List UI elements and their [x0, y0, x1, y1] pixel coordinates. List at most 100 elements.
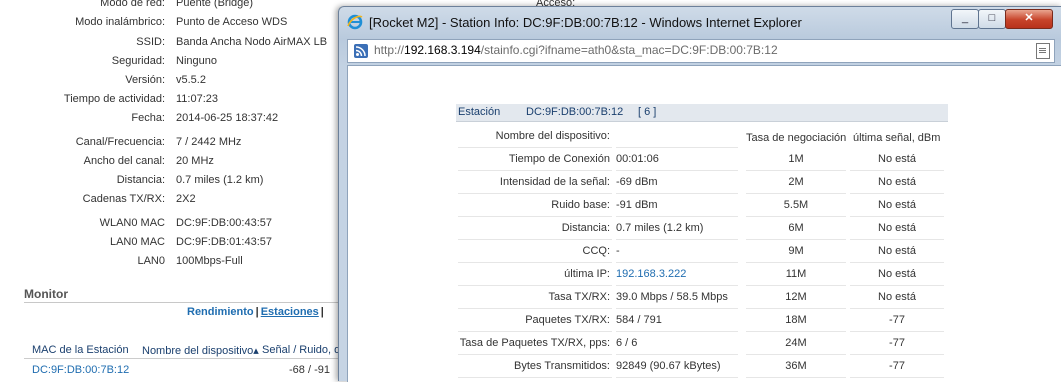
- station-row-value: 92849 (90.67 kBytes): [616, 356, 738, 378]
- column-mac[interactable]: MAC de la Estación: [32, 344, 129, 356]
- last-signal-text: No está: [878, 176, 916, 188]
- station-row-label: Bytes Transmitidos:: [458, 356, 612, 378]
- station-mac-link[interactable]: DC:9F:DB:00:7B:12: [32, 364, 129, 376]
- station-header-count: [ 6 ]: [638, 106, 657, 118]
- station-row-label-text: Ruido base:: [551, 199, 610, 211]
- station-row: Ruido base: -91 dBm 5.5M No está: [458, 195, 944, 217]
- station-row-value: [616, 126, 738, 148]
- station-row-label-text: Paquetes TX/RX:: [525, 314, 610, 326]
- negotiation-rate: 2M: [746, 172, 846, 194]
- negotiation-rate: 5.5M: [746, 195, 846, 217]
- negotiation-rate-text: 18M: [785, 314, 807, 326]
- last-signal: No está: [850, 149, 944, 171]
- column-device-name-label: Nombre del dispositivo: [142, 345, 254, 357]
- monitor-divider: [24, 302, 344, 303]
- station-header-mac: DC:9F:DB:00:7B:12: [526, 106, 624, 118]
- info-label: Ancho del canal:: [83, 155, 165, 167]
- station-row-label: Ruido base:: [458, 195, 612, 217]
- last-signal: -77: [850, 333, 944, 355]
- station-row-value-text: 0.7 miles (1.2 km): [616, 222, 704, 234]
- last-signal: -77: [850, 356, 944, 378]
- last-signal-text: No está: [878, 268, 916, 280]
- last-signal: [850, 126, 944, 147]
- info-value: 20 MHz: [176, 155, 214, 167]
- column-signal-noise[interactable]: Señal / Ruido, d: [262, 344, 340, 356]
- negotiation-rate-text: 6M: [788, 222, 804, 234]
- last-signal-text: No está: [878, 222, 916, 234]
- last-signal: No está: [850, 241, 944, 263]
- station-row-value: 00:01:06: [616, 149, 738, 171]
- negotiation-rate: 6M: [746, 218, 846, 240]
- station-row-label-text: Tasa de Paquetes TX/RX, pps:: [459, 337, 610, 349]
- station-row-value: 0.7 miles (1.2 km): [616, 218, 738, 240]
- negotiation-rate-text: 36M: [785, 360, 807, 372]
- info-label: Cadenas TX/RX:: [82, 193, 165, 205]
- info-label: Modo de red:: [100, 0, 165, 9]
- monitor-links: Rendimiento | Estaciones |: [187, 306, 326, 318]
- info-value: 2014-06-25 18:37:42: [176, 112, 279, 124]
- info-label: LAN0 MAC: [109, 236, 165, 248]
- station-row: Tasa de Paquetes TX/RX, pps: 6 / 6 24M -77: [458, 333, 944, 355]
- station-row-value-text: -: [616, 245, 620, 257]
- info-value: Ninguno: [176, 55, 217, 67]
- last-signal: No está: [850, 195, 944, 217]
- info-label: Canal/Frecuencia:: [75, 136, 165, 148]
- info-value: v5.5.2: [176, 74, 206, 86]
- station-row-value: 39.0 Mbps / 58.5 Mbps: [616, 287, 738, 309]
- station-row: Tasa TX/RX: 39.0 Mbps / 58.5 Mbps 12M No es…: [458, 287, 944, 309]
- minimize-button[interactable]: _: [951, 9, 979, 29]
- station-row: Tiempo de Conexión 00:01:06 1M No está: [458, 149, 944, 171]
- rendimiento-link[interactable]: Rendimiento: [187, 306, 254, 318]
- station-row: CCQ: - 9M No está: [458, 241, 944, 263]
- station-row: Intensidad de la señal: -69 dBm 2M No está: [458, 172, 944, 194]
- station-row: Bytes Transmitidos: 92849 (90.67 kBytes) 3…: [458, 356, 944, 378]
- url-text[interactable]: http://192.168.3.194/stainfo.cgi?ifname=…: [374, 43, 778, 57]
- info-label: Distancia:: [116, 174, 165, 186]
- station-row-value-text: 92849 (90.67 kBytes): [616, 360, 721, 372]
- info-label: WLAN0 MAC: [99, 217, 165, 229]
- station-row-label-text: Distancia:: [561, 222, 610, 234]
- negotiation-rate: 9M: [746, 241, 846, 263]
- negotiation-rate-text: 24M: [785, 337, 807, 349]
- station-row: Paquetes TX/RX: 584 / 791 18M -77: [458, 310, 944, 332]
- address-bar[interactable]: http://192.168.3.194/stainfo.cgi?ifname=…: [347, 39, 1055, 63]
- info-label: Tiempo de actividad:: [63, 93, 165, 105]
- station-row: Distancia: 0.7 miles (1.2 km) 6M No está: [458, 218, 944, 240]
- last-signal: No está: [850, 172, 944, 194]
- station-row-label-text: Bytes Transmitidos:: [514, 360, 610, 372]
- station-row-label: Paquetes TX/RX:: [458, 310, 612, 332]
- station-header-label: Estación: [458, 106, 501, 118]
- info-value: 11:07:23: [176, 93, 219, 105]
- station-row-label-text: última IP:: [564, 268, 610, 280]
- last-signal: No está: [850, 264, 944, 286]
- station-row-label: Tasa de Paquetes TX/RX, pps:: [458, 333, 612, 355]
- last-signal-text: -77: [889, 360, 905, 372]
- station-row-value-text: -69 dBm: [616, 176, 658, 188]
- negotiation-rate: 18M: [746, 310, 846, 332]
- station-row-value-text: -91 dBm: [616, 199, 658, 211]
- internet-explorer-icon: [347, 14, 363, 30]
- info-value: Banda Ancha Nodo AirMAX LB: [176, 36, 328, 48]
- maximize-button[interactable]: □: [978, 9, 1006, 29]
- station-row-label: CCQ:: [458, 241, 612, 263]
- close-button[interactable]: ✕: [1005, 9, 1053, 29]
- negotiation-rate-text: 9M: [788, 245, 804, 257]
- station-row-label: Nombre del dispositivo:: [458, 126, 612, 148]
- station-row-label: Intensidad de la señal:: [458, 172, 612, 194]
- station-row-value-text: 584 / 791: [616, 314, 662, 326]
- column-device-name[interactable]: Nombre del dispositivo▴: [142, 344, 259, 357]
- station-row: Nombre del dispositivo:: [458, 126, 944, 148]
- link-separator: |: [255, 306, 259, 318]
- last-signal-text: No está: [878, 291, 916, 303]
- window-title: [Rocket M2] - Station Info: DC:9F:DB:00:…: [369, 15, 802, 30]
- page-icon[interactable]: [1036, 43, 1050, 59]
- info-label: LAN0: [137, 255, 165, 267]
- negotiation-rate: [746, 126, 846, 147]
- last-signal-text: No está: [878, 199, 916, 211]
- last-signal-text: -77: [889, 337, 905, 349]
- station-row-value: -91 dBm: [616, 195, 738, 217]
- window-titlebar[interactable]: [Rocket M2] - Station Info: DC:9F:DB:00:…: [339, 7, 1061, 37]
- last-ip-link[interactable]: 192.168.3.222: [616, 268, 686, 280]
- estaciones-link[interactable]: Estaciones: [261, 306, 319, 318]
- negotiation-rate-text: 11M: [785, 268, 807, 280]
